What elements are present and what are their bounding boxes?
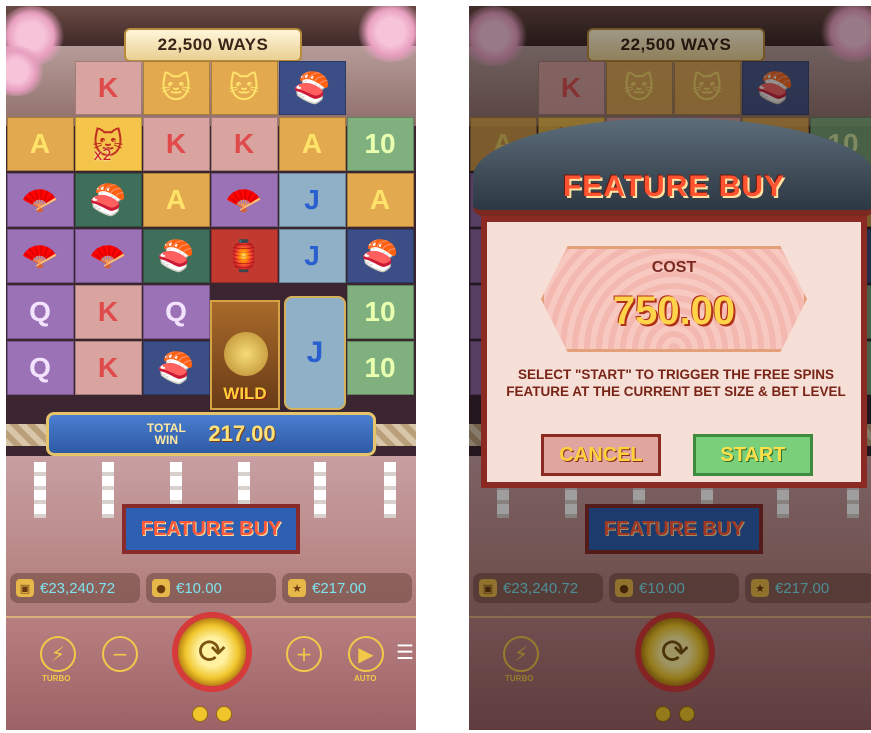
bet-value: €10.00 <box>176 579 222 597</box>
expanded-j-symbol: J <box>284 296 346 410</box>
reel-symbol: 🪭 <box>74 229 142 283</box>
reel-symbol: A <box>6 117 74 171</box>
reel-symbol: 🪭 <box>210 173 278 227</box>
reel-symbol <box>347 61 414 115</box>
total-win-banner: TOTAL WIN 217.00 <box>46 412 376 456</box>
start-button[interactable]: START <box>693 434 813 476</box>
turbo-label: TURBO <box>42 674 71 683</box>
plus-icon: + <box>295 642 313 666</box>
feature-buy-dialog: COST 750.00 SELECT "START" TO TRIGGER TH… <box>481 216 867 488</box>
reel-symbol: 🍣 <box>278 61 346 115</box>
total-win-label: TOTAL WIN <box>146 421 186 447</box>
ways-banner: 22,500 WAYS <box>124 28 302 62</box>
reel-row: 🪭🍣A🪭JA <box>6 172 416 228</box>
reel-symbol: J <box>278 173 346 227</box>
dialog-description: SELECT "START" TO TRIGGER THE FREE SPINS… <box>506 367 846 399</box>
reel-symbol: 🐱 x2 <box>74 117 142 171</box>
reel-symbol: A <box>142 173 210 227</box>
reel-symbol: A <box>346 173 414 227</box>
reel-symbol <box>7 61 74 115</box>
minus-icon: − <box>111 642 129 666</box>
reel-row: A 🐱 x2 K K A 10 <box>6 116 416 172</box>
spin-bells <box>192 706 232 722</box>
reel-symbol: 🍣 <box>74 173 142 227</box>
reel-symbol: 🐱 <box>142 61 210 115</box>
cost-value: 750.00 <box>612 289 736 333</box>
reel-symbol: K <box>74 285 142 339</box>
reel-symbol: 🏮 <box>210 229 278 283</box>
reel-symbol: J <box>278 229 346 283</box>
balance-value: €23,240.72 <box>40 579 116 597</box>
reel-symbol: 🍣 <box>142 229 210 283</box>
balance-bar: ▣ €23,240.72 ● €10.00 ★ €217.00 <box>6 573 416 605</box>
increase-bet-button[interactable]: + <box>286 636 322 672</box>
turbo-button[interactable]: ⚡ <box>40 636 76 672</box>
win-badge-icon: ★ <box>288 579 306 597</box>
reel-symbol: K <box>74 61 142 115</box>
autoplay-button[interactable]: ▶ <box>348 636 384 672</box>
play-icon: ▶ <box>358 642 374 666</box>
wild-label: WILD <box>223 384 267 403</box>
spin-button[interactable]: ⟳ <box>172 612 252 692</box>
decrease-bet-button[interactable]: − <box>102 636 138 672</box>
spin-arrows-icon: ⟳ <box>197 632 227 672</box>
reel-row: K 🐱 🐱 🍣 <box>6 60 416 116</box>
game-screen-right: 22,500 WAYS K🐱🐱🍣A🐱KKA10🪭🍣A🪭JA🪭🪭🍣🏮J🍣QKQ10… <box>469 6 871 730</box>
balance-display: ▣ €23,240.72 <box>10 573 140 603</box>
reel-symbol: K <box>142 117 210 171</box>
reel-symbol: K <box>74 341 142 395</box>
lightning-icon: ⚡ <box>50 642 66 666</box>
reel-symbol: 🍣 <box>346 229 414 283</box>
modal-title: FEATURE BUY <box>562 170 786 203</box>
win-value: €217.00 <box>312 579 367 597</box>
multiplier-badge: x2 <box>93 146 112 164</box>
reel-symbol: K <box>210 117 278 171</box>
auto-label: AUTO <box>354 674 377 683</box>
reel-symbol: 10 <box>346 117 414 171</box>
reel-symbol: 🍣 <box>142 341 210 395</box>
win-display: ★ €217.00 <box>282 573 412 603</box>
reel-symbol: 🪭 <box>6 229 74 283</box>
cost-box: COST 750.00 <box>541 246 807 352</box>
reel-symbol: 10 <box>346 341 414 395</box>
reel-symbol: Q <box>6 285 74 339</box>
wild-gong-symbol: WILD <box>210 300 280 410</box>
game-screen-left: 22,500 WAYS K 🐱 🐱 🍣 A 🐱 x2 K K A 10 🪭 🍣 A 🪭 J A 🪭 🪭 🍣 🏮 J 🍣 Q K Q… <box>6 6 416 730</box>
total-win-value: 217.00 <box>208 421 276 446</box>
cost-label: COST <box>651 259 697 276</box>
wallet-icon: ▣ <box>16 579 34 597</box>
reel-symbol: 10 <box>346 285 414 339</box>
reel-symbol: Q <box>6 341 74 395</box>
bet-display: ● €10.00 <box>146 573 276 603</box>
menu-icon[interactable]: ☰ <box>396 640 414 664</box>
reel-symbol: 🪭 <box>6 173 74 227</box>
feature-buy-button[interactable]: FEATURE BUY <box>122 504 300 554</box>
reel-row: 🪭🪭🍣🏮J🍣 <box>6 228 416 284</box>
reel-symbol: 🐱 <box>210 61 278 115</box>
gong-icon <box>224 332 268 376</box>
cancel-button[interactable]: CANCEL <box>541 434 661 476</box>
reel-symbol: Q <box>142 285 210 339</box>
coins-icon: ● <box>152 579 170 597</box>
reel-symbol: A <box>278 117 346 171</box>
